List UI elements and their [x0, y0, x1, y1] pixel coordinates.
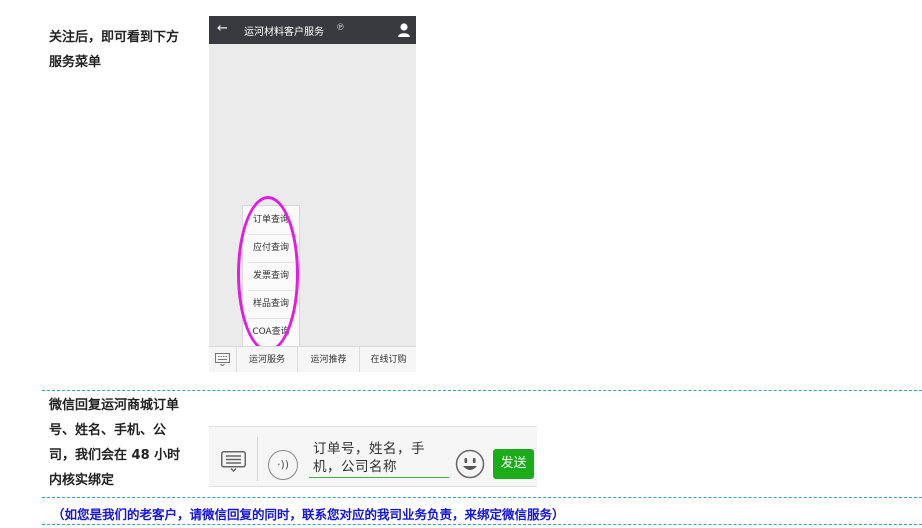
dashed-separator: [42, 524, 922, 525]
instruction-line: 服务菜单: [49, 55, 102, 70]
highlight-oval: [237, 196, 299, 352]
keyboard-icon[interactable]: [215, 353, 230, 366]
instruction-line: 微信回复运河商城订单: [49, 398, 180, 413]
instruction-line: 关注后，即可看到下方: [49, 30, 180, 45]
menu-tab-recommend[interactable]: 运河推荐: [297, 347, 359, 372]
instruction-reply: 微信回复运河商城订单 号、姓名、手机、公 司，我们会在 48 小时 内核实绑定: [49, 393, 180, 493]
dashed-separator: [42, 390, 922, 391]
chat-header: ← 运河材料客户服务 ℗: [209, 16, 416, 44]
ear-icon: ℗: [336, 23, 345, 33]
wechat-chat-screenshot: ← 运河材料客户服务 ℗ 订单查询 应付查询 发票查询 样品查询 COA查询 运…: [209, 16, 416, 372]
menu-tab-order-online[interactable]: 在线订购: [359, 347, 416, 372]
footer-note: （如您是我们的老客户，请微信回复的同时，联系您对应的我司业务负责，来绑定微信服务…: [52, 507, 565, 522]
emoji-icon[interactable]: [455, 449, 485, 479]
voice-icon[interactable]: ·)): [268, 450, 298, 480]
message-text: 订单号，姓名，手 机，公司名称: [313, 440, 445, 476]
instruction-follow: 关注后，即可看到下方 服务菜单: [49, 25, 179, 75]
message-line: 机，公司名称: [313, 459, 397, 475]
send-button[interactable]: 发送: [493, 449, 534, 479]
instruction-line: 内核实绑定: [49, 473, 115, 488]
chat-input-bar: ·)) 订单号，姓名，手 机，公司名称 发送: [209, 426, 537, 487]
chat-title: 运河材料客户服务: [244, 27, 324, 38]
back-arrow-icon[interactable]: ←: [217, 21, 228, 36]
menu-tab-service[interactable]: 运河服务: [236, 347, 297, 372]
service-menu-bar: 运河服务 运河推荐 在线订购: [209, 346, 416, 372]
instruction-line: 号、姓名、手机、公: [49, 423, 167, 438]
dashed-separator: [42, 497, 922, 498]
instruction-line: 司，我们会在 48 小时: [49, 448, 181, 463]
message-line: 订单号，姓名，手: [313, 441, 425, 457]
bar-divider: [257, 437, 258, 481]
menu-list-icon[interactable]: [221, 451, 246, 472]
person-icon[interactable]: [397, 22, 411, 38]
